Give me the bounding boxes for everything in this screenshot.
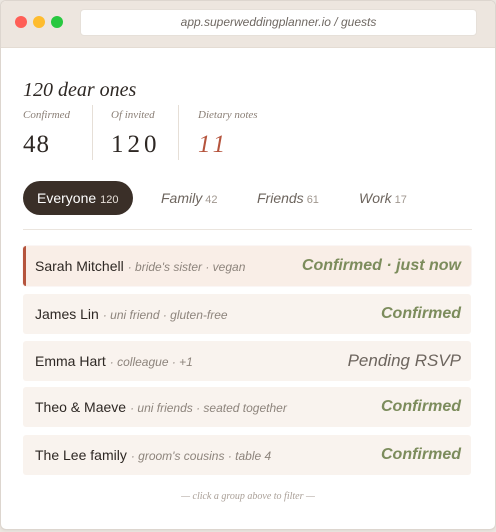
guest-status: Confirmed bbox=[381, 446, 461, 463]
guest-name: Sarah Mitchell bbox=[35, 258, 124, 274]
guest-status: Confirmed bbox=[381, 305, 461, 322]
tab-friends-label: Friends bbox=[257, 190, 304, 206]
tab-everyone-count: 120 bbox=[100, 194, 119, 206]
tab-friends[interactable]: Friends 61 bbox=[257, 181, 319, 215]
filter-hint: — click a group above to filter — bbox=[181, 491, 315, 502]
tab-everyone-label: Everyone bbox=[37, 190, 97, 206]
guest-status: Confirmed · just now bbox=[301, 257, 461, 274]
stat-confirmed: Confirmed 48 bbox=[23, 109, 70, 159]
tab-everyone[interactable]: Everyone 120 bbox=[23, 181, 133, 215]
tab-family[interactable]: Family 42 bbox=[161, 181, 217, 215]
stat-confirmed-label: Confirmed bbox=[23, 109, 71, 121]
guest-row[interactable]: Sarah Mitchell · bride's sister · vegan C… bbox=[23, 246, 471, 286]
stat-invited-label: Of invited bbox=[111, 109, 155, 121]
guest-status: Confirmed bbox=[381, 398, 461, 415]
stat-divider bbox=[178, 105, 179, 160]
tab-work[interactable]: Work 17 bbox=[359, 181, 407, 215]
stat-dietary: Dietary notes 11 bbox=[198, 109, 258, 159]
guest-meta: · uni friend · gluten-free bbox=[102, 308, 228, 322]
close-window-icon[interactable] bbox=[15, 16, 27, 28]
maximize-window-icon[interactable] bbox=[51, 16, 63, 28]
guest-meta: · uni friends · seated together bbox=[130, 401, 287, 415]
tab-work-count: 17 bbox=[394, 194, 407, 206]
guest-meta: · colleague · +1 bbox=[109, 355, 193, 369]
guest-row[interactable]: James Lin · uni friend · gluten-free Conf… bbox=[23, 294, 471, 334]
tabs-divider bbox=[23, 229, 472, 230]
stat-confirmed-value: 48 bbox=[23, 131, 50, 158]
page-title: 120 dear ones bbox=[23, 79, 137, 101]
guest-name: Theo & Maeve bbox=[35, 399, 127, 415]
address-bar[interactable]: app.superweddingplanner.io / guests bbox=[80, 9, 477, 36]
guest-row[interactable]: Emma Hart · colleague · +1 Pending RSVP bbox=[23, 341, 471, 381]
browser-window: app.superweddingplanner.io / guests 120 … bbox=[0, 0, 496, 530]
guest-row[interactable]: The Lee family · groom's cousins · table … bbox=[23, 435, 471, 475]
stat-divider bbox=[92, 105, 93, 160]
guest-meta: · bride's sister · vegan bbox=[127, 260, 246, 274]
stat-invited: Of invited 120 bbox=[111, 109, 161, 159]
guest-row[interactable]: Theo & Maeve · uni friends · seated toget… bbox=[23, 387, 471, 427]
guest-meta: · groom's cousins · table 4 bbox=[130, 449, 272, 463]
browser-titlebar: app.superweddingplanner.io / guests bbox=[1, 1, 495, 48]
guest-status: Pending RSVP bbox=[347, 351, 461, 370]
tab-family-count: 42 bbox=[205, 194, 218, 206]
guest-name: The Lee family bbox=[35, 447, 127, 463]
stat-dietary-label: Dietary notes bbox=[198, 109, 258, 121]
minimize-window-icon[interactable] bbox=[33, 16, 45, 28]
stat-invited-value: 120 bbox=[111, 131, 161, 158]
tab-family-label: Family bbox=[161, 190, 203, 206]
guest-name: Emma Hart bbox=[35, 353, 106, 369]
guest-name: James Lin bbox=[35, 306, 99, 322]
stat-dietary-value: 11 bbox=[198, 131, 230, 158]
tab-friends-count: 61 bbox=[306, 194, 319, 206]
tab-work-label: Work bbox=[359, 190, 392, 206]
